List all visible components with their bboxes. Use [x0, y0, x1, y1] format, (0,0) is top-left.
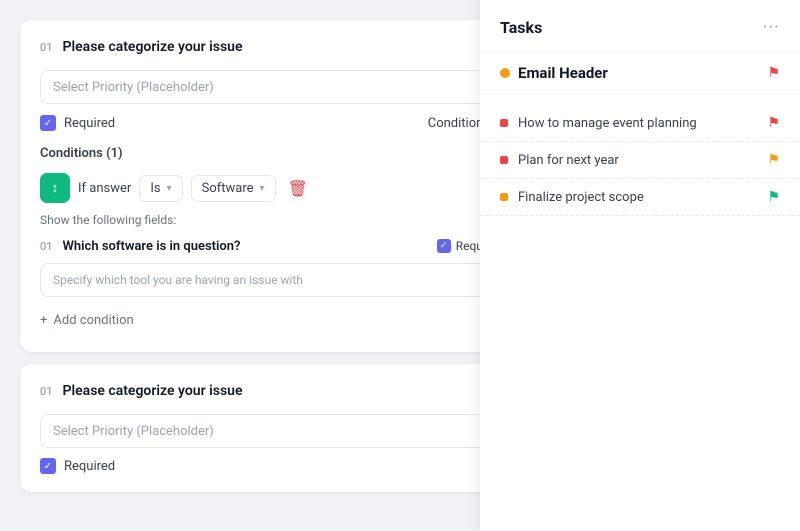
tasks-dots[interactable]: ···: [763, 19, 780, 37]
plus-icon: +: [40, 313, 47, 328]
required-row: ✓ Required Conditions: [40, 114, 530, 132]
task-1-dot: [500, 119, 508, 127]
task-3-text: Finalize project scope: [518, 190, 644, 205]
required-checkbox[interactable]: ✓: [40, 115, 56, 131]
task-item-1[interactable]: How to manage event planning ⚑: [480, 105, 800, 142]
task-list: How to manage event planning ⚑ Plan for …: [480, 95, 800, 226]
card-2-title: Please categorize your issue: [63, 383, 243, 399]
card-2: 01 Please categorize your issue ··· Sele…: [20, 364, 550, 492]
tasks-header: Tasks ···: [480, 0, 800, 52]
sub-field-title: Which software is in question?: [63, 239, 427, 254]
task-2-dot: [500, 156, 508, 164]
card-1-header-left: 01 Please categorize your issue: [40, 39, 243, 55]
priority-input-2[interactable]: Select Priority (Placeholder) ✎: [40, 414, 530, 448]
tasks-title: Tasks: [500, 18, 542, 37]
condition-row: ↕ If answer Is ▾ Software ▾ 🗑: [40, 173, 530, 203]
required-checkbox-2[interactable]: ✓: [40, 458, 56, 474]
priority-placeholder: Select Priority (Placeholder): [53, 80, 214, 95]
task-item-3[interactable]: Finalize project scope ⚑: [480, 179, 800, 216]
checkmark-icon-2: ✓: [44, 461, 52, 472]
task-1-text: How to manage event planning: [518, 116, 697, 131]
priority-input[interactable]: Select Priority (Placeholder) ✎: [40, 70, 530, 104]
task-2-text: Plan for next year: [518, 153, 619, 168]
email-header-left: Email Header: [500, 64, 608, 82]
condition-sort-icon: ↕: [40, 173, 70, 203]
task-item-1-left: How to manage event planning: [500, 116, 697, 131]
task-3-dot: [500, 193, 508, 201]
sub-placeholder: Specify which tool you are having an iss…: [53, 273, 303, 287]
checkmark-icon: ✓: [44, 118, 52, 129]
email-header-row: Email Header ⚑: [500, 64, 780, 82]
email-header-section: Email Header ⚑: [480, 52, 800, 95]
task-item-2[interactable]: Plan for next year ⚑: [480, 142, 800, 179]
is-dropdown[interactable]: Is ▾: [139, 175, 182, 202]
delete-condition-btn[interactable]: 🗑: [284, 175, 312, 202]
add-condition-label: Add condition: [53, 313, 133, 328]
chevron-icon: ▾: [167, 183, 172, 194]
task-item-2-left: Plan for next year: [500, 153, 619, 168]
add-condition-btn[interactable]: + Add condition: [40, 307, 530, 334]
conditions-title: Conditions (1): [40, 146, 530, 161]
required-left: ✓ Required: [40, 115, 115, 131]
sub-field-input[interactable]: Specify which tool you are having an iss…: [40, 263, 530, 297]
card-1-header: 01 Please categorize your issue ···: [40, 38, 530, 56]
email-dot-icon: [500, 68, 510, 78]
required-label-2: Required: [64, 459, 115, 474]
required-label: Required: [64, 116, 115, 131]
required-row-2: ✓ Required: [40, 458, 530, 474]
email-flag-icon[interactable]: ⚑: [767, 65, 780, 81]
step-badge-1: 01: [40, 41, 53, 54]
card-1: 01 Please categorize your issue ··· Sele…: [20, 20, 550, 352]
email-header-title: Email Header: [518, 64, 608, 82]
step-badge-2: 01: [40, 385, 53, 398]
software-dropdown[interactable]: Software ▾: [191, 175, 276, 202]
task-item-3-left: Finalize project scope: [500, 190, 644, 205]
task-1-flag[interactable]: ⚑: [767, 115, 780, 131]
task-3-flag[interactable]: ⚑: [767, 189, 780, 205]
task-2-flag[interactable]: ⚑: [767, 152, 780, 168]
sub-required-check[interactable]: ✓: [437, 239, 451, 253]
sub-field-row: 01 Which software is in question? ✓ Requ…: [40, 237, 530, 255]
required-left-2: ✓ Required: [40, 458, 115, 474]
priority-placeholder-2: Select Priority (Placeholder): [53, 424, 214, 439]
conditions-section: Conditions (1) ↕ If answer Is ▾ Software…: [40, 146, 530, 334]
card-2-header: 01 Please categorize your issue ···: [40, 382, 530, 400]
if-answer-text: If answer: [78, 181, 131, 196]
tasks-panel: Tasks ··· Email Header ⚑ How to manage e…: [480, 0, 800, 531]
chevron-icon-2: ▾: [260, 183, 265, 194]
show-fields-label: Show the following fields:: [40, 213, 530, 227]
card-2-header-left: 01 Please categorize your issue: [40, 383, 243, 399]
card-1-title: Please categorize your issue: [63, 39, 243, 55]
sub-step-badge: 01: [40, 240, 53, 253]
